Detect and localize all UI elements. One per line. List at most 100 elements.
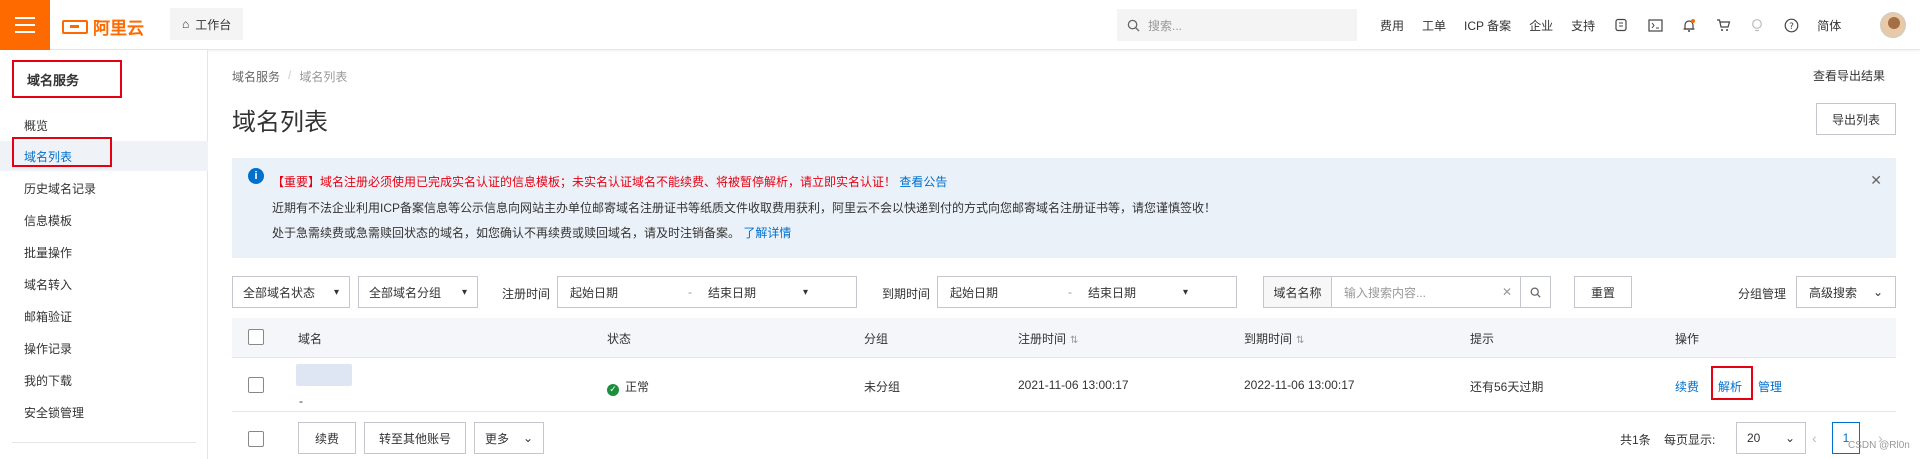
domain-status-value: 全部域名状态 (243, 285, 316, 300)
top-link-support[interactable]: 支持 (1571, 17, 1595, 34)
notice-line-warning: 近期有不法企业利用ICP备案信息等公示信息向网站主办单位邮寄域名注册证书等纸质文… (272, 201, 1217, 215)
notice-line-important: 【重要】域名注册必须使用已完成实名认证的信息模板；未实名认证域名不能续费、将被暂… (272, 173, 947, 190)
prev-page-icon[interactable]: ‹ (1812, 430, 1817, 446)
renew-link[interactable]: 续费 (1675, 378, 1699, 395)
language-switch[interactable]: 简体 (1817, 17, 1841, 34)
hint-cell: 还有56天过期 (1470, 380, 1544, 394)
status-cell: ✓ 正常 (607, 378, 649, 396)
clear-icon[interactable]: ✕ (1502, 285, 1512, 299)
page-size-select[interactable]: 20 ⌄ (1736, 422, 1806, 454)
sidebar-title: 域名服务 (12, 60, 122, 98)
col-domain: 域名 (298, 332, 323, 346)
search-placeholder: 搜索... (1148, 18, 1183, 33)
table-row: - ✓ 正常 未分组 2021-11-06 13:00:17 2022-11-06… (232, 358, 1896, 412)
learn-more-link[interactable]: 了解详情 (743, 226, 791, 240)
reg-time-cell: 2021-11-06 13:00:17 (1018, 378, 1129, 392)
chevron-down-icon: ⌄ (1784, 431, 1795, 445)
per-page-label: 每页显示: (1664, 433, 1716, 447)
sidebar-item-batch[interactable]: 批量操作 (0, 237, 208, 267)
help-icon[interactable]: ? (1783, 18, 1799, 33)
exp-time-cell: 2022-11-06 13:00:17 (1244, 378, 1355, 392)
cart-icon[interactable] (1715, 18, 1731, 32)
check-circle-icon: ✓ (607, 383, 619, 396)
range-dash: - (1068, 285, 1072, 299)
col-group: 分组 (864, 332, 889, 346)
reg-end-date[interactable]: 结束日期 (708, 284, 803, 301)
total-count: 共1条 (1620, 433, 1651, 447)
close-icon[interactable]: ✕ (1870, 172, 1882, 189)
col-hint: 提示 (1470, 332, 1495, 346)
domain-name-redacted[interactable] (296, 364, 352, 386)
sidebar-divider (12, 442, 196, 443)
sidebar-item-downloads[interactable]: 我的下载 (0, 365, 208, 395)
reset-button[interactable]: 重置 (1574, 276, 1632, 308)
sidebar-item-templates[interactable]: 信息模板 (0, 205, 208, 235)
aliyun-logo[interactable]: 阿里云 (62, 14, 144, 39)
status-text: 正常 (625, 380, 650, 394)
col-actions: 操作 (1675, 332, 1700, 346)
view-announcement-link[interactable]: 查看公告 (899, 175, 947, 189)
sidebar-item-security-lock[interactable]: 安全锁管理 (0, 397, 208, 427)
notice-line-renew: 处于急需续费或急需赎回状态的域名，如您确认不再续费或赎回域名，请及时注销备案。 … (272, 224, 791, 241)
avatar[interactable] (1880, 12, 1906, 38)
global-search-input[interactable]: 搜索... (1117, 9, 1357, 41)
top-link-ticket[interactable]: 工单 (1422, 17, 1446, 34)
sort-icon[interactable]: ⇅ (1070, 335, 1078, 346)
col-reg-time[interactable]: 注册时间 ⇅ (1018, 330, 1078, 347)
footer-select-checkbox[interactable] (248, 431, 264, 447)
app-icon[interactable] (1613, 18, 1629, 32)
exp-end-date[interactable]: 结束日期 (1088, 284, 1183, 301)
exp-start-date[interactable]: 起始日期 (938, 284, 1068, 301)
bell-icon[interactable] (1681, 18, 1697, 33)
domain-search-input[interactable]: 输入搜索内容... ✕ (1332, 277, 1520, 307)
reg-start-date[interactable]: 起始日期 (558, 284, 688, 301)
highlight-box (12, 137, 112, 167)
select-all-checkbox[interactable] (248, 329, 264, 345)
search-button[interactable] (1520, 277, 1550, 307)
table-footer: 续费 转至其他账号 更多 ⌄ 共1条 每页显示: 20 ⌄ ‹ 1 › (232, 412, 1896, 459)
terminal-icon[interactable] (1647, 18, 1663, 32)
hamburger-menu-button[interactable] (0, 0, 50, 50)
transfer-account-button[interactable]: 转至其他账号 (364, 422, 466, 454)
view-export-results-link[interactable]: 查看导出结果 (1813, 67, 1885, 84)
top-navbar: 阿里云 ⌂ 工作台 搜索... 费用 工单 ICP 备案 企业 支持 ? 简体 (0, 0, 1920, 50)
exp-date-range[interactable]: 起始日期 - 结束日期 ▾ (937, 276, 1237, 308)
export-list-button[interactable]: 导出列表 (1816, 103, 1896, 135)
sidebar-item-overview[interactable]: 概览 (0, 110, 208, 140)
highlight-box (1711, 366, 1753, 400)
reg-time-label: 注册时间 (502, 287, 551, 301)
page-size-value: 20 (1747, 431, 1761, 445)
sort-icon[interactable]: ⇅ (1296, 335, 1304, 346)
domain-name-field-select[interactable]: 域名名称 (1264, 277, 1332, 307)
domain-group-select[interactable]: 全部域名分组 ▾ (358, 276, 478, 308)
notice-banner: i 【重要】域名注册必须使用已完成实名认证的信息模板；未实名认证域名不能续费、将… (232, 158, 1896, 258)
col-exp-time[interactable]: 到期时间 ⇅ (1244, 330, 1304, 347)
top-link-icp[interactable]: ICP 备案 (1464, 17, 1511, 34)
sidebar-item-transfer-in[interactable]: 域名转入 (0, 269, 208, 299)
top-link-enterprise[interactable]: 企业 (1529, 17, 1553, 34)
chevron-down-icon: ▾ (333, 286, 339, 298)
chevron-down-icon: ⌄ (1872, 285, 1883, 299)
col-reg-time-label: 注册时间 (1018, 332, 1067, 346)
domain-status-select[interactable]: 全部域名状态 ▾ (232, 276, 350, 308)
lightbulb-icon[interactable] (1749, 18, 1765, 33)
workbench-button[interactable]: ⌂ 工作台 (170, 8, 244, 40)
search-icon (1530, 287, 1541, 298)
domain-search-placeholder: 输入搜索内容... (1344, 285, 1427, 300)
domain-group-value: 全部域名分组 (369, 285, 442, 300)
top-link-billing[interactable]: 费用 (1380, 17, 1404, 34)
workbench-label: 工作台 (195, 17, 232, 32)
more-button[interactable]: 更多 ⌄ (474, 422, 544, 454)
sidebar-item-history[interactable]: 历史域名记录 (0, 173, 208, 203)
row-checkbox[interactable] (248, 377, 264, 393)
group-manage-link[interactable]: 分组管理 (1738, 285, 1786, 302)
advanced-search-label: 高级搜索 (1809, 285, 1858, 300)
manage-link[interactable]: 管理 (1758, 378, 1782, 395)
domain-subtext: - (299, 394, 303, 408)
sidebar-item-operation-log[interactable]: 操作记录 (0, 333, 208, 363)
sidebar-item-email-verify[interactable]: 邮箱验证 (0, 301, 208, 331)
advanced-search-button[interactable]: 高级搜索 ⌄ (1796, 276, 1896, 308)
reg-date-range[interactable]: 起始日期 - 结束日期 ▾ (557, 276, 857, 308)
batch-renew-button[interactable]: 续费 (298, 422, 356, 454)
breadcrumb-domain-service[interactable]: 域名服务 (232, 68, 280, 85)
